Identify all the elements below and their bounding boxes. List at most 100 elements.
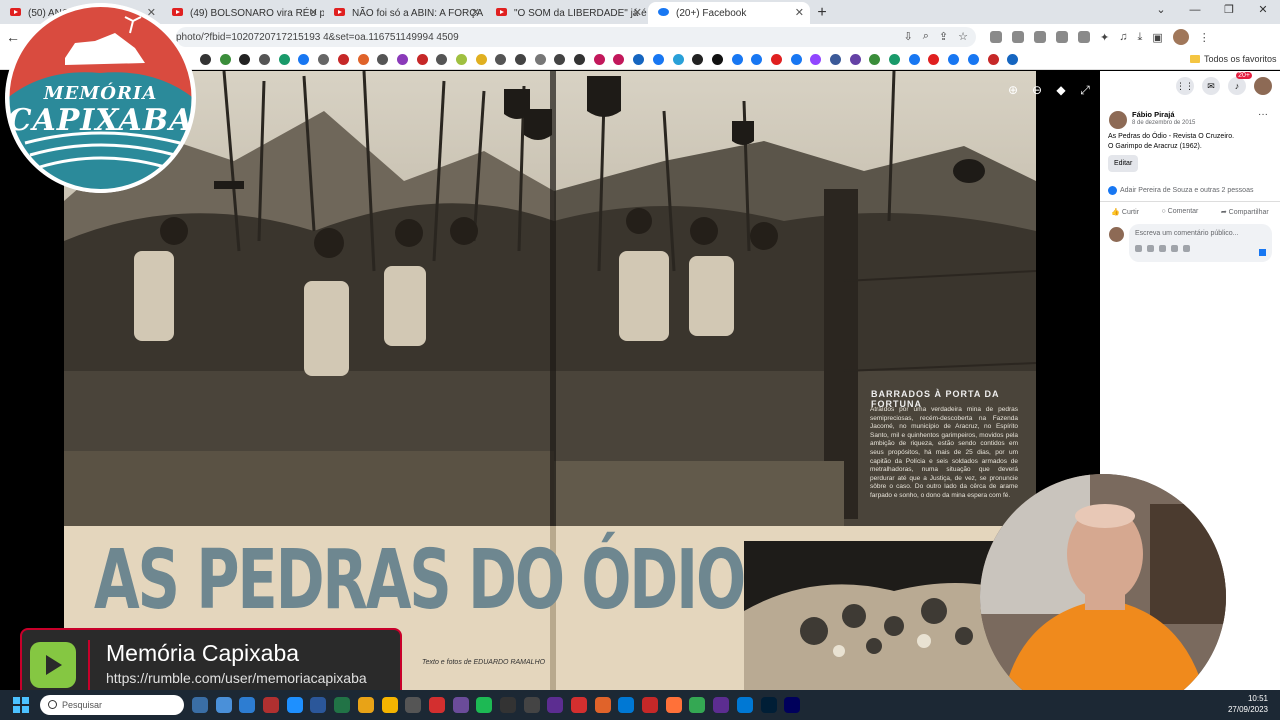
taskbar-app-icon[interactable] xyxy=(689,697,706,713)
bookmark-icon[interactable] xyxy=(1007,54,1019,65)
maximize-button[interactable]: ❐ xyxy=(1212,0,1246,24)
taskbar-app-icon[interactable] xyxy=(192,697,208,713)
bookmark-icon[interactable] xyxy=(613,54,625,65)
extension-icon[interactable] xyxy=(1012,31,1024,43)
sidepanel-icon[interactable]: ▣ xyxy=(1152,31,1162,44)
like-button[interactable]: 👍 Curtir xyxy=(1111,208,1139,216)
taskbar-app-icon[interactable] xyxy=(618,697,635,713)
author-name[interactable]: Fábio Pirajá xyxy=(1132,110,1175,119)
taskbar-app-icon[interactable] xyxy=(334,697,351,713)
bookmark-icon[interactable] xyxy=(711,54,723,65)
close-icon[interactable]: ✕ xyxy=(309,6,318,19)
taskbar-app-icon[interactable] xyxy=(310,697,327,713)
close-window-button[interactable]: ✕ xyxy=(1246,0,1280,24)
taskbar-app-icon[interactable] xyxy=(239,697,256,713)
zoom-out-icon[interactable]: ⊖ xyxy=(1028,81,1046,99)
taskbar-app-icon[interactable] xyxy=(357,697,374,713)
bookmark-icon[interactable] xyxy=(633,54,645,65)
taskbar-app-icon[interactable] xyxy=(286,697,303,713)
edit-button[interactable]: Editar xyxy=(1108,155,1139,172)
comment-button[interactable]: ○ Comentar xyxy=(1161,208,1198,215)
puzzle-icon[interactable]: ✦ xyxy=(1100,31,1109,44)
author-avatar[interactable] xyxy=(1109,111,1127,129)
close-icon[interactable]: ✕ xyxy=(471,6,480,19)
new-tab-button[interactable]: + xyxy=(810,2,834,24)
extension-icon[interactable] xyxy=(1056,31,1068,43)
omnibox[interactable]: photo/?fbid=1020720717215193 4&set=oa.11… xyxy=(176,27,976,47)
taskbar-app-icon[interactable] xyxy=(452,697,469,713)
bookmark-icon[interactable] xyxy=(692,54,704,65)
taskbar-app-icon[interactable] xyxy=(594,697,611,713)
messenger-icon[interactable]: ✉ xyxy=(1202,77,1220,95)
menu-icon[interactable]: ⋮ xyxy=(1199,31,1210,44)
taskbar-app-icon[interactable] xyxy=(736,697,753,713)
bookmark-icon[interactable] xyxy=(298,54,310,65)
bookmark-icon[interactable] xyxy=(889,54,901,65)
bookmark-icon[interactable] xyxy=(830,54,841,65)
taskbar-app-icon[interactable] xyxy=(665,697,682,713)
bookmark-icon[interactable] xyxy=(278,54,290,65)
bookmark-icon[interactable] xyxy=(554,54,566,65)
taskbar-app-icon[interactable] xyxy=(760,697,777,713)
tag-icon[interactable]: ◆ xyxy=(1052,81,1070,99)
taskbar-app-icon[interactable] xyxy=(713,697,730,713)
taskbar-app-icon[interactable] xyxy=(428,697,445,713)
taskbar-app-icon[interactable] xyxy=(547,697,564,713)
bookmark-icon[interactable] xyxy=(455,54,467,65)
bookmark-icon[interactable] xyxy=(731,54,743,65)
bookmark-icon[interactable] xyxy=(770,54,782,65)
taskbar-app-icon[interactable] xyxy=(523,697,540,713)
bookmark-icon[interactable] xyxy=(908,54,920,65)
bookmark-icon[interactable] xyxy=(318,54,330,65)
chevron-down-icon[interactable]: ⌄ xyxy=(1144,0,1178,24)
bookmark-icon[interactable] xyxy=(259,54,271,65)
bookmark-icon[interactable] xyxy=(396,54,408,65)
emoji-icon[interactable] xyxy=(1147,245,1154,252)
taskbar-app-icon[interactable] xyxy=(784,697,801,713)
reactions-summary[interactable]: Adair Pereira de Souza e outras 2 pessoa… xyxy=(1108,186,1253,195)
system-clock[interactable]: 10:51 27/09/2023 xyxy=(1228,693,1268,715)
bookmark-icon[interactable] xyxy=(475,54,487,65)
bookmark-icon[interactable] xyxy=(357,54,369,65)
bookmark-icon[interactable] xyxy=(515,54,526,65)
bookmark-icon[interactable] xyxy=(751,54,763,65)
share-button[interactable]: ➦ Compartilhar xyxy=(1221,208,1269,216)
bookmark-icon[interactable] xyxy=(416,54,428,65)
bookmark-icon[interactable] xyxy=(967,54,979,65)
bookmark-icon[interactable] xyxy=(849,54,861,65)
bookmark-icon[interactable] xyxy=(574,54,586,65)
bookmark-icon[interactable] xyxy=(239,54,251,65)
bookmark-icon[interactable] xyxy=(790,54,802,65)
download-icon[interactable]: ⤓ xyxy=(1137,31,1142,44)
taskbar-app-icon[interactable] xyxy=(263,697,280,713)
bookmark-icon[interactable] xyxy=(810,54,822,65)
extension-icon[interactable] xyxy=(1034,31,1046,43)
bookmark-icon[interactable] xyxy=(377,54,389,65)
install-icon[interactable]: ⇩ xyxy=(904,30,913,43)
taskbar-app-icon[interactable] xyxy=(215,697,232,713)
browser-tab[interactable]: NÃO foi só a ABIN: A FORÇA NA ✕ xyxy=(324,2,486,24)
star-icon[interactable]: ☆ xyxy=(958,30,968,43)
taskbar-search[interactable]: Pesquisar xyxy=(40,695,184,715)
taskbar-app-icon[interactable] xyxy=(499,697,516,713)
bookmark-icon[interactable] xyxy=(869,54,881,65)
extension-icon[interactable] xyxy=(1078,31,1090,43)
sticker-icon[interactable] xyxy=(1183,245,1190,252)
close-icon[interactable]: ✕ xyxy=(633,6,642,19)
bookmark-icon[interactable] xyxy=(593,54,605,65)
bookmark-icon[interactable] xyxy=(534,54,546,65)
bookmark-icon[interactable] xyxy=(672,54,684,65)
bookmark-icon[interactable] xyxy=(337,54,349,65)
close-icon[interactable]: ✕ xyxy=(795,6,804,19)
bookmark-icon[interactable] xyxy=(987,54,999,65)
media-icon[interactable]: ♫ xyxy=(1119,31,1127,43)
browser-tab-active[interactable]: (20+) Facebook ✕ xyxy=(648,2,810,24)
url-text[interactable]: photo/?fbid=1020720717215193 4&set=oa.11… xyxy=(176,32,459,43)
more-options-icon[interactable]: ··· xyxy=(1258,109,1268,120)
browser-tab[interactable]: "O SOM da LIBERDADE" já é o C ✕ xyxy=(486,2,648,24)
menu-grid-icon[interactable]: ⋮⋮ xyxy=(1176,77,1194,95)
bookmark-icon[interactable] xyxy=(928,54,940,65)
account-avatar[interactable] xyxy=(1254,77,1272,95)
zoom-in-icon[interactable]: ⊕ xyxy=(1004,81,1022,99)
bookmark-icon[interactable] xyxy=(200,54,211,65)
